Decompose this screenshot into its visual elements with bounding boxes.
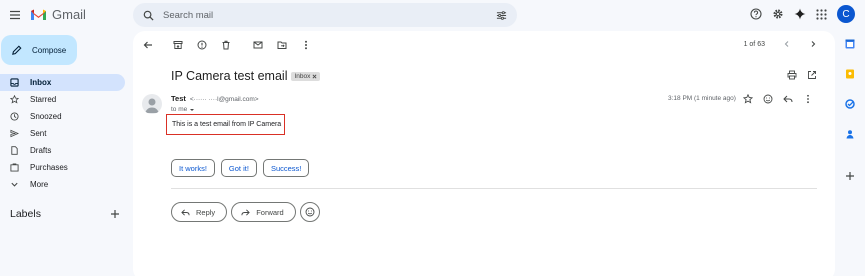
clock-icon [10,112,19,121]
smart-reply-button[interactable]: It works! [171,159,215,177]
smart-reply-button[interactable]: Got it! [220,159,257,177]
chip-label: Inbox [294,72,311,80]
divider [171,188,817,189]
reply-icon [181,208,190,217]
emoji-icon [305,207,315,217]
more-vert-icon[interactable] [803,94,813,104]
chevron-right-icon[interactable] [809,40,817,48]
star-icon [10,95,19,104]
chevron-left-icon[interactable] [783,40,791,48]
close-icon[interactable] [312,74,317,79]
sender-info: Test <······ ····l@gmail.com> [171,94,259,103]
emoji-reaction-icon[interactable] [763,94,773,104]
message-actions [743,94,813,104]
search-icon[interactable] [143,10,154,21]
draft-icon [10,146,19,155]
sidebar-item-label: Drafts [30,146,52,155]
archive-icon[interactable] [172,39,184,51]
caret-down-icon[interactable] [189,107,195,113]
smart-reply-button[interactable]: Success! [262,159,310,177]
forward-label: Forward [256,207,284,217]
email-body: This is a test email from IP Camera [166,114,285,135]
sidebar-item-label: Purchases [30,163,68,172]
contacts-icon[interactable] [844,128,856,140]
sidebar-item-snoozed[interactable]: Snoozed [0,108,125,125]
top-right-icons: C [750,5,855,23]
star-icon[interactable] [743,94,753,104]
email-toolbar [142,39,312,51]
search-options-icon[interactable] [496,10,507,21]
delete-icon[interactable] [220,39,232,51]
help-icon[interactable] [750,8,762,20]
labels-heading: Labels [10,208,41,220]
sidebar-item-label: Starred [30,95,57,104]
subject-actions [787,70,817,80]
sender-name[interactable]: Test [171,94,186,103]
recipient-details[interactable]: to me [171,106,195,113]
inbox-icon [10,78,19,87]
sidebar-nav: Inbox Starred Snoozed Sent Drafts Purcha… [0,74,125,193]
reply-label: Reply [196,207,216,217]
calendar-icon[interactable] [844,38,856,50]
account-avatar[interactable]: C [837,5,855,23]
sidebar-item-label: More [30,180,49,189]
sender-email: <······ ····l@gmail.com> [189,96,259,103]
reply-actions: Reply Forward [171,202,320,222]
tasks-icon[interactable] [844,98,856,110]
sidebar-item-drafts[interactable]: Drafts [0,142,125,159]
forward-icon [241,208,250,217]
print-icon[interactable] [787,70,797,80]
keep-icon[interactable] [844,68,856,80]
email-subject-row: IP Camera test email Inbox [171,69,321,83]
compose-label: Compose [32,45,67,55]
email-body-text: This is a test email from IP Camera [172,121,282,128]
inbox-label-chip[interactable]: Inbox [291,71,321,81]
sidebar-item-inbox[interactable]: Inbox [0,74,125,91]
reply-button[interactable]: Reply [171,202,228,222]
mark-unread-icon[interactable] [252,39,264,51]
purchases-icon [10,163,19,172]
email-timestamp: 3:18 PM (1 minute ago) [668,95,736,102]
pagination: 1 of 63 [744,40,817,48]
open-new-window-icon[interactable] [807,70,817,80]
smart-replies: It works! Got it! Success! [171,159,310,177]
sidebar-item-label: Sent [30,129,47,138]
back-arrow-icon[interactable] [142,39,154,51]
sender-avatar [142,94,162,114]
sidebar-item-more[interactable]: More [0,176,125,193]
sidebar-item-label: Inbox [30,78,52,87]
search-input[interactable]: Search mail [163,10,496,21]
search-bar[interactable]: Search mail [133,3,517,27]
app-name: Gmail [52,7,86,22]
recipient-label: to me [171,106,188,113]
sidebar-item-purchases[interactable]: Purchases [0,159,125,176]
gmail-m-icon [31,9,46,20]
more-vert-icon[interactable] [300,39,312,51]
sidebar-item-sent[interactable]: Sent [0,125,125,142]
settings-icon[interactable] [772,8,784,20]
pencil-icon [11,45,22,56]
email-view: 1 of 63 IP Camera test email Inbox Test … [133,31,835,276]
emoji-reaction-button[interactable] [299,202,320,222]
move-to-icon[interactable] [276,39,288,51]
pagination-text: 1 of 63 [743,40,765,48]
email-subject: IP Camera test email [171,69,288,83]
sidebar-item-label: Snoozed [30,112,62,121]
compose-button[interactable]: Compose [1,35,77,65]
add-label-icon[interactable] [110,209,120,219]
gmail-logo[interactable]: Gmail [30,7,86,22]
gemini-sparkle-icon[interactable] [794,8,806,20]
chevron-down-icon [10,180,19,189]
side-panel [841,38,859,182]
forward-button[interactable]: Forward [231,202,296,222]
add-app-icon[interactable] [844,170,856,182]
reply-icon[interactable] [783,94,793,104]
report-spam-icon[interactable] [196,39,208,51]
main-menu-icon[interactable] [9,9,21,21]
send-icon [10,129,19,138]
sidebar-item-starred[interactable]: Starred [0,91,125,108]
apps-grid-icon[interactable] [816,8,827,20]
